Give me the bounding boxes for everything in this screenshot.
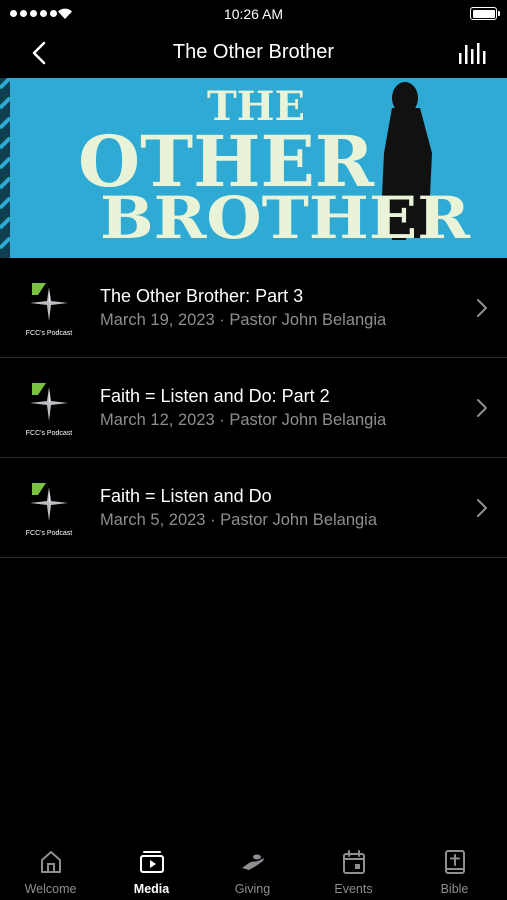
episode-speaker: Pastor John Belangia (229, 311, 387, 329)
podcast-thumbnail: FCC's Podcast (20, 281, 78, 337)
episode-row[interactable]: FCC's Podcast The Other Brother: Part 3 … (0, 258, 507, 358)
tab-bar: Welcome Media Giving Events Bible (0, 840, 507, 900)
episode-title: Faith = Listen and Do: Part 2 (100, 386, 330, 406)
banner-line-3: BROTHER (100, 184, 471, 252)
series-banner: THE OTHER BROTHER (0, 78, 507, 258)
bible-icon (444, 850, 465, 874)
calendar-icon (342, 850, 365, 874)
fcc-logo-icon (30, 483, 68, 521)
episode-row[interactable]: FCC's Podcast Faith = Listen and Do Marc… (0, 458, 507, 558)
episode-date: March 5, 2023 (100, 511, 206, 529)
tab-bible[interactable]: Bible (404, 840, 505, 900)
thumbnail-label: FCC's Podcast (25, 430, 73, 437)
tab-label: Giving (234, 882, 271, 896)
episode-meta: March 12, 2023 · Pastor John Belangia (100, 411, 386, 430)
tab-welcome[interactable]: Welcome (0, 840, 101, 900)
episode-title: Faith = Listen and Do (100, 486, 272, 506)
page-title: The Other Brother (172, 41, 335, 63)
podcast-thumbnail: FCC's Podcast (20, 381, 78, 437)
tab-label: Events (334, 882, 373, 896)
fcc-logo-icon (30, 383, 68, 421)
episode-list: FCC's Podcast The Other Brother: Part 3 … (0, 258, 507, 558)
episode-speaker: Pastor John Belangia (229, 411, 387, 429)
chevron-right-icon (477, 299, 487, 317)
tab-giving[interactable]: Giving (202, 840, 303, 900)
podcast-thumbnail: FCC's Podcast (20, 481, 78, 537)
episode-date: March 12, 2023 (100, 411, 215, 429)
giving-hand-icon (241, 854, 264, 870)
navigation-bar: The Other Brother (0, 28, 507, 78)
episode-meta: March 5, 2023 · Pastor John Belangia (100, 511, 377, 530)
banner-stripes (0, 78, 12, 258)
tab-events[interactable]: Events (303, 840, 404, 900)
episode-title: The Other Brother: Part 3 (100, 286, 304, 306)
tab-label: Welcome (24, 882, 77, 896)
meta-separator: · (219, 311, 230, 329)
meta-separator: · (210, 511, 221, 529)
tab-label: Bible (440, 882, 469, 896)
episode-speaker: Pastor John Belangia (220, 511, 378, 529)
audio-bars-icon[interactable] (457, 41, 487, 65)
episode-row[interactable]: FCC's Podcast Faith = Listen and Do: Par… (0, 358, 507, 458)
home-icon (40, 851, 61, 873)
chevron-right-icon (477, 499, 487, 517)
episode-date: March 19, 2023 (100, 311, 215, 329)
fcc-logo-icon (30, 283, 68, 321)
chevron-right-icon (477, 399, 487, 417)
status-time: 10:26 AM (223, 6, 284, 22)
tab-media[interactable]: Media (101, 840, 202, 900)
episode-meta: March 19, 2023 · Pastor John Belangia (100, 311, 386, 330)
status-bar: 10:26 AM (0, 0, 507, 28)
thumbnail-label: FCC's Podcast (25, 330, 73, 337)
thumbnail-label: FCC's Podcast (25, 530, 73, 537)
media-play-icon (139, 851, 164, 873)
meta-separator: · (219, 411, 230, 429)
tab-label: Media (133, 882, 170, 896)
battery-icon (470, 7, 500, 20)
